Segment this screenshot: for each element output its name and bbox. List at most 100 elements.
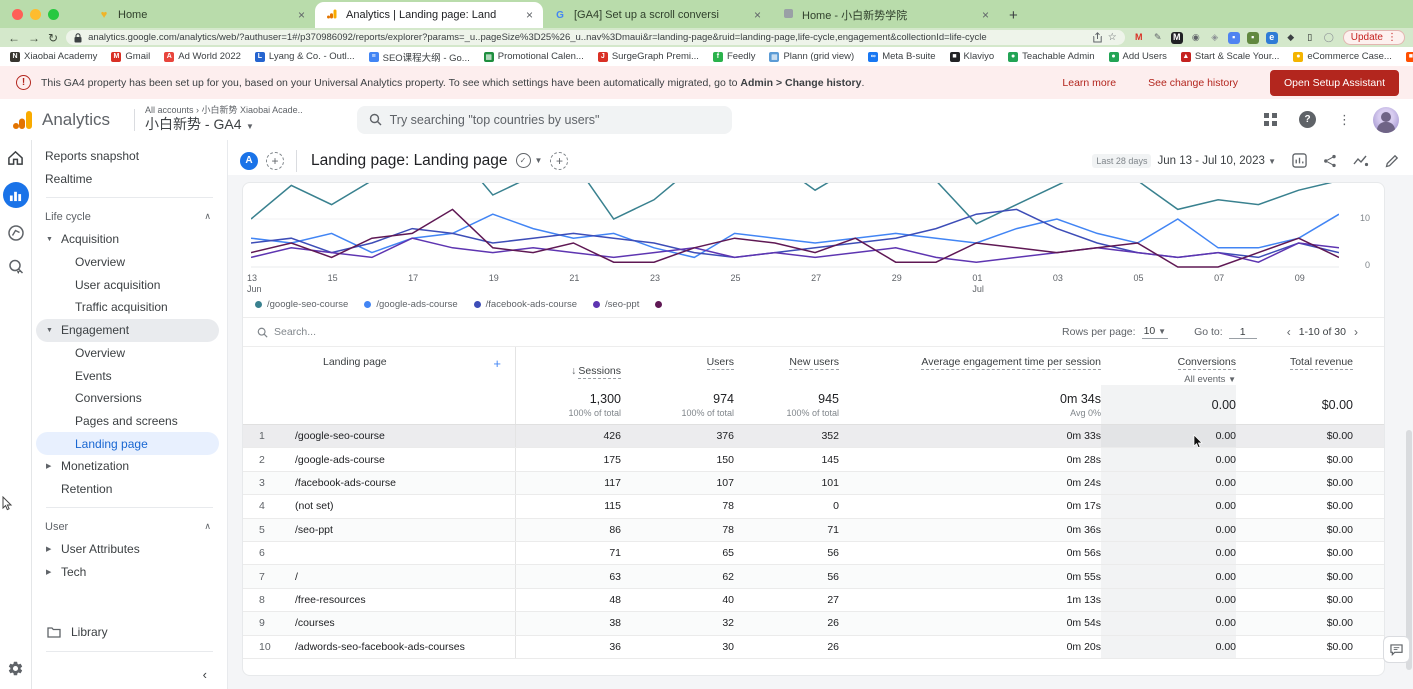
- table-row[interactable]: 7/6362560m 55s0.00$0.00: [243, 565, 1384, 588]
- camera-extension-icon[interactable]: ◉: [1190, 32, 1202, 44]
- library-item[interactable]: Library: [32, 620, 227, 644]
- feedback-button[interactable]: [1383, 636, 1410, 663]
- previous-page-icon[interactable]: ‹: [1279, 325, 1299, 339]
- sidebar-item-retention[interactable]: Retention: [32, 478, 227, 501]
- table-row[interactable]: 4(not set)1157800m 17s0.00$0.00: [243, 495, 1384, 518]
- add-column-icon[interactable]: +: [493, 356, 501, 371]
- bookmark-item[interactable]: MGmail: [111, 51, 150, 62]
- open-setup-assistant-button[interactable]: Open Setup Assistant: [1270, 70, 1399, 96]
- add-report-tab-icon[interactable]: +: [550, 152, 568, 170]
- chevron-collapsed-icon[interactable]: ▶: [46, 568, 61, 576]
- column-sessions[interactable]: ↓Sessions: [515, 347, 621, 385]
- edit-report-icon[interactable]: [1385, 154, 1399, 168]
- close-tab-icon[interactable]: ×: [524, 8, 535, 22]
- table-row[interactable]: 8/free-resources4840271m 13s0.00$0.00: [243, 589, 1384, 612]
- blue-app-extension-icon[interactable]: ▪: [1228, 32, 1240, 44]
- sidebar-item-overview[interactable]: Overview: [32, 251, 227, 274]
- edge-extension-icon[interactable]: e: [1266, 32, 1278, 44]
- medium-extension-icon[interactable]: M: [1171, 32, 1183, 44]
- bookmark-item[interactable]: JSurgeGraph Premi...: [598, 51, 699, 62]
- bookmark-star-icon[interactable]: ☆: [1108, 32, 1117, 43]
- column-conversions[interactable]: Conversions All events ▼: [1101, 347, 1236, 385]
- puzzle-extensions-icon[interactable]: ◆: [1285, 32, 1297, 44]
- column-users[interactable]: Users: [621, 347, 734, 368]
- bookmark-item[interactable]: ▦Promotional Calen...: [484, 51, 584, 62]
- reload-button[interactable]: ↻: [48, 32, 58, 44]
- bookmark-item[interactable]: ●eCommerce Case...: [1293, 51, 1391, 62]
- rows-per-page-select[interactable]: 10 ▼: [1142, 325, 1169, 339]
- table-row[interactable]: 2/google-ads-course1751501450m 28s0.00$0…: [243, 448, 1384, 471]
- browser-tab[interactable]: Analytics | Landing page: Land×: [315, 2, 543, 28]
- line-chart-plot[interactable]: [251, 183, 1339, 271]
- global-search-input[interactable]: Try searching "top countries by users": [357, 106, 732, 134]
- table-row[interactable]: 10/adwords-seo-facebook-ads-courses36302…: [243, 636, 1384, 659]
- back-button[interactable]: ←: [8, 32, 20, 44]
- sidebar-item-realtime[interactable]: Realtime: [32, 168, 227, 191]
- date-range-selector[interactable]: Jun 13 - Jul 10, 2023 ▼: [1157, 155, 1276, 167]
- bookmark-item[interactable]: ■Zap History: [1406, 51, 1413, 62]
- chevron-expanded-icon[interactable]: ▼: [46, 327, 61, 334]
- bookmark-item[interactable]: NXiaobai Academy: [10, 51, 97, 62]
- sidebar-item-user-attributes[interactable]: ▶User Attributes: [32, 538, 227, 561]
- gmail-extension-icon[interactable]: M: [1133, 32, 1145, 44]
- chevron-collapsed-icon[interactable]: ▶: [46, 545, 61, 553]
- address-bar[interactable]: analytics.google.com/analytics/web/?auth…: [66, 30, 1125, 45]
- bookmark-item[interactable]: AAd World 2022: [164, 51, 241, 62]
- apps-grid-icon[interactable]: [1264, 113, 1277, 126]
- section-collapse-icon[interactable]: ∧: [204, 211, 211, 222]
- table-row[interactable]: 9/courses3832260m 54s0.00$0.00: [243, 612, 1384, 635]
- bookmark-item[interactable]: ▦Plann (grid view): [769, 51, 854, 62]
- bookmark-item[interactable]: fFeedly: [713, 51, 756, 62]
- section-collapse-icon[interactable]: ∧: [204, 521, 211, 532]
- chevron-expanded-icon[interactable]: ▼: [46, 236, 61, 243]
- chevron-collapsed-icon[interactable]: ▶: [46, 462, 61, 470]
- sidebar-item-user[interactable]: User∧: [32, 515, 227, 538]
- bookmark-item[interactable]: ≡SEO课程大纲 - Go...: [369, 50, 470, 64]
- advertising-icon[interactable]: [7, 258, 25, 276]
- conversions-event-filter[interactable]: All events ▼: [1184, 374, 1236, 385]
- table-row[interactable]: 67165560m 56s0.00$0.00: [243, 542, 1384, 565]
- sidebar-item-life-cycle[interactable]: Life cycle∧: [32, 205, 227, 228]
- report-title-caret-icon[interactable]: ▼: [535, 156, 543, 165]
- bookmark-item[interactable]: ●Teachable Admin: [1008, 51, 1094, 62]
- help-icon[interactable]: ?: [1299, 111, 1316, 128]
- next-page-icon[interactable]: ›: [1346, 325, 1366, 339]
- maximize-window-icon[interactable]: [48, 9, 59, 20]
- collapse-sidebar-icon[interactable]: ‹: [32, 659, 227, 689]
- close-tab-icon[interactable]: ×: [980, 8, 991, 22]
- close-window-icon[interactable]: [12, 9, 23, 20]
- browser-tab[interactable]: ♥Home×: [87, 2, 315, 28]
- add-comparison-icon[interactable]: +: [266, 152, 284, 170]
- profile-icon[interactable]: ◯: [1323, 32, 1335, 44]
- sidebar-item-pages-and-screens[interactable]: Pages and screens: [32, 410, 227, 433]
- more-options-icon[interactable]: ⋮: [1338, 112, 1351, 128]
- property-selector[interactable]: All accounts › 小白新势 Xiaobai Acade.. 小白新势…: [145, 105, 303, 135]
- report-check-icon[interactable]: ✓: [516, 153, 531, 168]
- sidebar-item-conversions[interactable]: Conversions: [32, 387, 227, 410]
- table-row[interactable]: 3/facebook-ads-course1171071010m 24s0.00…: [243, 472, 1384, 495]
- sidebar-item-landing-page[interactable]: Landing page: [36, 432, 219, 455]
- column-new-users[interactable]: New users: [734, 347, 839, 368]
- learn-more-link[interactable]: Learn more: [1062, 77, 1116, 89]
- browser-tab[interactable]: Home - 小白新势学院×: [771, 2, 999, 28]
- column-total-revenue[interactable]: Total revenue: [1236, 347, 1353, 368]
- legend-item[interactable]: /google-ads-course: [364, 299, 457, 310]
- sidebar-item-traffic-acquisition[interactable]: Traffic acquisition: [32, 296, 227, 319]
- bookmark-item[interactable]: ▲Start & Scale Your...: [1181, 51, 1280, 62]
- browser-menu-icon[interactable]: ⋮: [1387, 32, 1397, 43]
- sidebar-item-monetization[interactable]: ▶Monetization: [32, 455, 227, 478]
- legend-item[interactable]: /google-seo-course: [255, 299, 348, 310]
- close-tab-icon[interactable]: ×: [296, 8, 307, 22]
- column-landing-page[interactable]: Landing page: [295, 356, 387, 371]
- goto-page-input[interactable]: 1: [1229, 326, 1257, 339]
- report-builder-icon[interactable]: [1292, 153, 1307, 168]
- admin-gear-icon[interactable]: [7, 660, 24, 677]
- sidebar-extension-icon[interactable]: ▯: [1304, 32, 1316, 44]
- table-row[interactable]: 1/google-seo-course4263763520m 33s0.00$0…: [243, 425, 1384, 448]
- product-name[interactable]: Analytics: [42, 110, 110, 130]
- forward-button[interactable]: →: [28, 32, 40, 44]
- bookmark-item[interactable]: ■Klaviyo: [950, 51, 995, 62]
- insights-icon[interactable]: [1353, 155, 1369, 167]
- share-report-icon[interactable]: [1323, 154, 1337, 168]
- minimize-window-icon[interactable]: [30, 9, 41, 20]
